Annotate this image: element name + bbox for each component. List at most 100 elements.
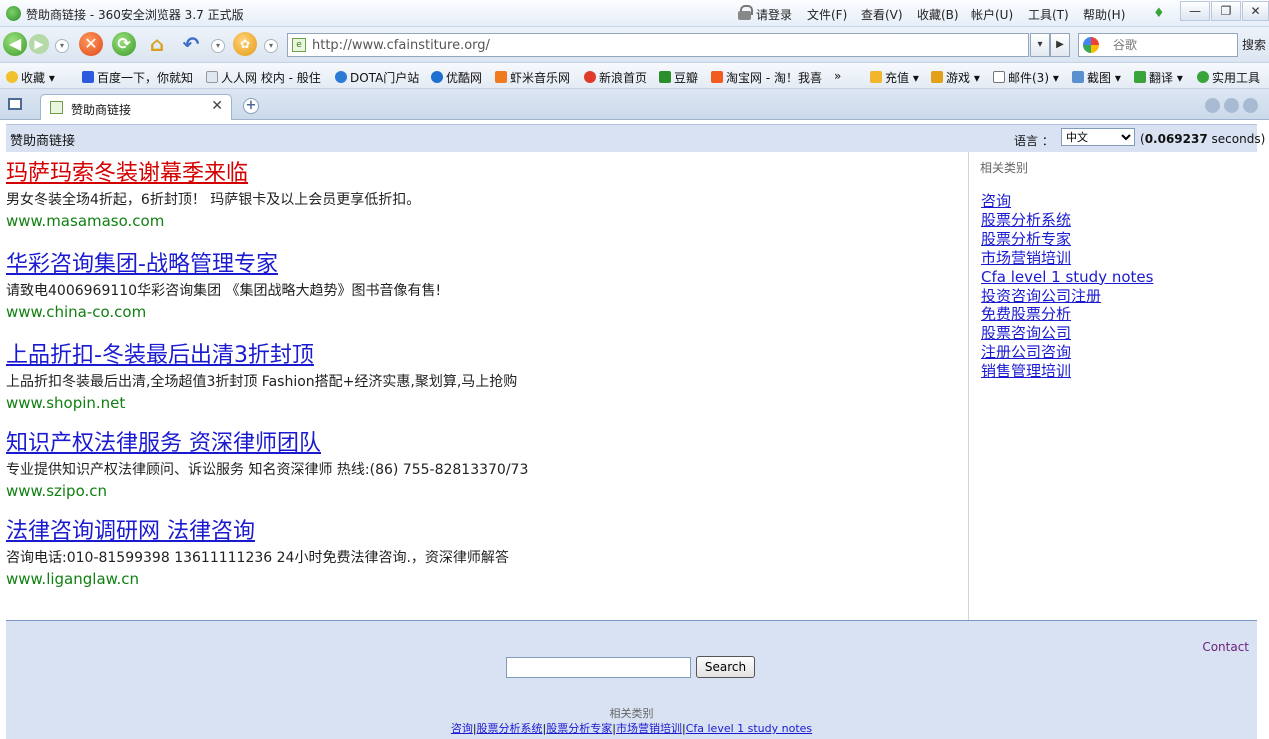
go-button[interactable]: ▶ [1050, 33, 1070, 57]
footer-related-links: 咨询|股票分析系统|股票分析专家|市场营销培训|Cfa level 1 stud… [6, 720, 1257, 736]
history-dropdown-icon[interactable]: ▾ [55, 39, 69, 53]
fav-xiami[interactable]: 虾米音乐网 [495, 69, 570, 86]
related-link[interactable]: 市场营销培训 [981, 249, 1153, 268]
fav-more-chevron-icon[interactable]: » [834, 69, 841, 83]
footer-related-link[interactable]: 股票分析专家 [546, 722, 612, 735]
contact-link[interactable]: Contact [1202, 640, 1249, 654]
google-icon[interactable] [1083, 37, 1099, 53]
footer-related-link[interactable]: 市场营销培训 [616, 722, 682, 735]
language-select[interactable]: 中文 [1061, 128, 1135, 146]
ad-url-link[interactable]: www.shopin.net [6, 393, 946, 413]
menu-tools[interactable]: 工具(T) [1028, 6, 1069, 23]
ad-title-link[interactable]: 上品折扣-冬装最后出清3折封顶 [6, 341, 946, 371]
tools-menu[interactable]: 实用工具 [1197, 69, 1260, 86]
back-icon[interactable]: ◀ [3, 32, 27, 56]
fav-label: 游戏 [946, 71, 971, 85]
maximize-button[interactable]: ❐ [1211, 1, 1241, 21]
tab-list-icon[interactable] [1243, 98, 1258, 113]
ad-title-link[interactable]: 华彩咨询集团-战略管理专家 [6, 250, 946, 280]
youku-icon [431, 71, 443, 83]
ad-url-link[interactable]: www.liganglaw.cn [6, 569, 946, 589]
baidu-icon [82, 71, 94, 83]
related-link[interactable]: 免费股票分析 [981, 305, 1153, 324]
search-button[interactable]: 搜索 [1239, 33, 1269, 57]
recharge-menu[interactable]: 充值 ▾ [870, 69, 919, 86]
fav-label: 人人网 校内 - 般住 [221, 71, 321, 85]
mail-menu[interactable]: 邮件(3) ▾ [993, 69, 1059, 86]
skin-icon[interactable]: ♦ [1153, 6, 1165, 21]
tab-scroll-left-icon[interactable] [1205, 98, 1220, 113]
refresh-icon[interactable]: ⟳ [112, 32, 136, 56]
paw-dropdown-icon[interactable]: ▾ [264, 39, 278, 53]
footer-related-title: 相关类别 [609, 707, 654, 720]
footer-search-button[interactable]: Search [696, 656, 755, 678]
footer-related-link[interactable]: 股票分析系统 [477, 722, 543, 735]
douban-icon [659, 71, 671, 83]
menu-view[interactable]: 查看(V) [861, 6, 903, 23]
related-link[interactable]: 股票分析专家 [981, 230, 1153, 249]
related-link[interactable]: 股票咨询公司 [981, 324, 1153, 343]
translate-menu[interactable]: 翻译 ▾ [1134, 69, 1183, 86]
related-link[interactable]: 咨询 [981, 192, 1153, 211]
address-bar[interactable]: e [287, 33, 1029, 57]
paw-icon[interactable]: ✿ [233, 32, 257, 56]
star-icon [6, 71, 18, 83]
tab-scroll-right-icon[interactable] [1224, 98, 1239, 113]
menu-account[interactable]: 帐户(U) [971, 6, 1013, 23]
home-icon[interactable]: ⌂ [145, 32, 169, 56]
login-link[interactable]: 请登录 [756, 6, 792, 23]
related-link[interactable]: 注册公司咨询 [981, 343, 1153, 362]
favorites-menu[interactable]: 收藏 ▾ [6, 69, 55, 86]
ad-url-link[interactable]: www.szipo.cn [6, 481, 946, 501]
footer-related-link[interactable]: Cfa level 1 study notes [686, 722, 812, 735]
screenshot-menu[interactable]: 截图 ▾ [1072, 69, 1121, 86]
translate-icon [1134, 71, 1146, 83]
stop-icon[interactable]: ✕ [79, 32, 103, 56]
forward-icon[interactable]: ▶ [29, 34, 49, 54]
navigation-toolbar: ◀ ▶ ▾ ✕ ⟳ ⌂ ↶ ▾ ✿ ▾ e ▾ ▶ 搜索 [0, 27, 1269, 63]
new-tab-icon[interactable]: + [243, 98, 259, 114]
related-link[interactable]: Cfa level 1 study notes [981, 268, 1153, 287]
minimize-button[interactable]: — [1180, 1, 1210, 21]
games-menu[interactable]: 游戏 ▾ [931, 69, 980, 86]
sidebar-toggle-icon[interactable] [8, 98, 22, 110]
fav-baidu[interactable]: 百度一下，你就知 [82, 69, 193, 86]
close-window-button[interactable]: ✕ [1242, 1, 1269, 21]
ad-url-link[interactable]: www.masamaso.com [6, 211, 946, 231]
menu-favorites[interactable]: 收藏(B) [917, 6, 959, 23]
url-input[interactable] [312, 36, 1012, 54]
tab-active[interactable]: 赞助商链接 ✕ [40, 94, 232, 120]
menu-help[interactable]: 帮助(H) [1083, 6, 1125, 23]
related-title: 相关类别 [980, 161, 1029, 175]
fav-douban[interactable]: 豆瓣 [659, 69, 698, 86]
fav-sina[interactable]: 新浪首页 [584, 69, 647, 86]
menu-file[interactable]: 文件(F) [807, 6, 847, 23]
tools-icon [1197, 71, 1209, 83]
fav-renren[interactable]: 人人网 校内 - 般住 [206, 69, 321, 86]
page-title: 赞助商链接 [10, 134, 76, 149]
fav-dota[interactable]: DOTA门户站 [335, 69, 419, 86]
fav-youku[interactable]: 优酷网 [431, 69, 482, 86]
undo-close-icon[interactable]: ↶ [179, 32, 203, 56]
related-link[interactable]: 投资咨询公司注册 [981, 287, 1153, 306]
recharge-icon [870, 71, 882, 83]
footer-related-link[interactable]: 咨询 [451, 722, 473, 735]
related-link[interactable]: 销售管理培训 [981, 362, 1153, 381]
fav-taobao[interactable]: 淘宝网 - 淘！我喜 [711, 69, 822, 86]
search-box[interactable] [1078, 33, 1238, 57]
footer-search-input[interactable] [506, 657, 691, 678]
load-timing: (0.069237 seconds) [1140, 132, 1265, 146]
fav-label: 优酷网 [446, 71, 483, 85]
undo-dropdown-icon[interactable]: ▾ [211, 39, 225, 53]
tab-close-icon[interactable]: ✕ [211, 98, 223, 114]
ad-url-link[interactable]: www.china-co.com [6, 302, 946, 322]
search-input[interactable] [1113, 37, 1233, 53]
ad-description: 咨询电话:010-81599398 13611111236 24小时免费法律咨询… [6, 550, 509, 566]
ad-title-link[interactable]: 法律咨询调研网 法律咨询 [6, 517, 946, 547]
ad-title-link[interactable]: 玛萨玛索冬装谢幕季来临 [6, 159, 946, 189]
page-icon: e [292, 38, 306, 52]
related-link[interactable]: 股票分析系统 [981, 211, 1153, 230]
ad-title-link[interactable]: 知识产权法律服务 资深律师团队 [6, 429, 946, 459]
address-dropdown-button[interactable]: ▾ [1030, 33, 1050, 57]
page-content: 赞助商链接 语言 ： 中文 (0.069237 seconds) 玛萨玛索冬装谢… [0, 120, 1269, 739]
